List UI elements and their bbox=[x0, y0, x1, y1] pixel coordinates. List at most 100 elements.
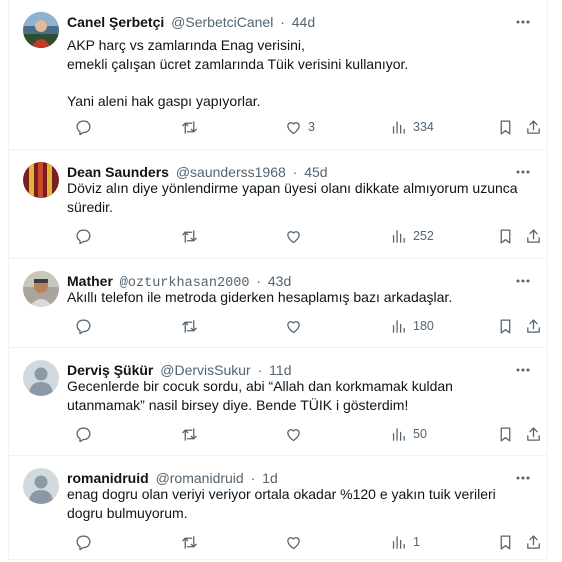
retweet-button[interactable] bbox=[181, 316, 198, 336]
tweet[interactable]: Mather @ozturkhasan2000 · 43d Akıllı tel… bbox=[9, 259, 547, 348]
tweet[interactable]: Canel Şerbetçi @SerbetciCanel · 44d AKP … bbox=[9, 0, 547, 150]
share-button[interactable] bbox=[525, 316, 542, 336]
action-bar: 1 bbox=[67, 532, 547, 552]
bookmark-icon bbox=[500, 119, 511, 135]
bookmark-button[interactable] bbox=[497, 424, 514, 444]
tweet-header: Canel Şerbetçi @SerbetciCanel · 44d bbox=[67, 12, 315, 32]
tweet[interactable]: Dean Saunders @saunderss1968 · 45d Döviz… bbox=[9, 150, 547, 259]
timestamp[interactable]: 1d bbox=[262, 470, 278, 486]
more-horizontal-icon bbox=[516, 20, 530, 24]
views-button[interactable]: 50 bbox=[390, 424, 427, 444]
avatar[interactable] bbox=[23, 360, 59, 396]
views-chart-icon bbox=[392, 229, 405, 243]
separator: · bbox=[256, 273, 261, 289]
view-count: 50 bbox=[413, 427, 427, 441]
retweet-icon bbox=[182, 319, 197, 333]
share-button[interactable] bbox=[525, 532, 542, 552]
timestamp[interactable]: 45d bbox=[304, 164, 327, 180]
reply-button[interactable] bbox=[75, 532, 92, 552]
reply-timeline: Canel Şerbetçi @SerbetciCanel · 44d AKP … bbox=[8, 0, 548, 562]
timestamp[interactable]: 44d bbox=[292, 14, 315, 30]
bookmark-button[interactable] bbox=[497, 532, 514, 552]
heart-icon bbox=[287, 121, 300, 134]
bookmark-button[interactable] bbox=[497, 226, 514, 246]
views-button[interactable]: 252 bbox=[390, 226, 434, 246]
more-horizontal-icon bbox=[516, 368, 530, 372]
like-button[interactable] bbox=[285, 424, 308, 444]
retweet-icon bbox=[182, 427, 197, 441]
reply-icon bbox=[76, 534, 91, 550]
more-horizontal-icon bbox=[516, 170, 530, 174]
display-name[interactable]: romanidruid bbox=[67, 470, 149, 486]
share-button[interactable] bbox=[525, 117, 542, 137]
retweet-button[interactable] bbox=[181, 532, 198, 552]
more-horizontal-icon bbox=[516, 279, 530, 283]
share-icon bbox=[527, 426, 540, 441]
separator: · bbox=[257, 362, 263, 378]
timestamp[interactable]: 43d bbox=[268, 273, 291, 289]
timestamp[interactable]: 11d bbox=[269, 362, 291, 378]
reply-icon bbox=[76, 228, 91, 244]
bookmark-button[interactable] bbox=[497, 117, 514, 137]
reply-button[interactable] bbox=[75, 424, 92, 444]
like-button[interactable] bbox=[285, 316, 308, 336]
reply-button[interactable] bbox=[75, 316, 92, 336]
display-name[interactable]: Dean Saunders bbox=[67, 164, 169, 180]
reply-icon bbox=[76, 426, 91, 442]
share-icon bbox=[527, 228, 540, 243]
view-count: 1 bbox=[413, 535, 420, 549]
user-handle[interactable]: @SerbetciCanel bbox=[171, 14, 273, 30]
views-chart-icon bbox=[392, 319, 405, 333]
bookmark-button[interactable] bbox=[497, 316, 514, 336]
view-count: 180 bbox=[413, 319, 434, 333]
separator: · bbox=[292, 164, 298, 180]
retweet-button[interactable] bbox=[181, 424, 198, 444]
user-handle[interactable]: @DervisSukur bbox=[160, 362, 250, 378]
heart-icon bbox=[287, 536, 300, 549]
action-bar: 50 bbox=[67, 424, 547, 444]
retweet-button[interactable] bbox=[181, 226, 198, 246]
retweet-icon bbox=[182, 229, 197, 243]
heart-icon bbox=[287, 230, 300, 243]
more-options-button[interactable] bbox=[513, 12, 533, 32]
retweet-icon bbox=[182, 120, 197, 134]
tweet[interactable]: Derviş Şükür @DervisSukur · 11d Gecenler… bbox=[9, 348, 547, 456]
like-button[interactable]: 3 bbox=[285, 117, 315, 137]
action-bar: 3 334 bbox=[67, 117, 547, 137]
like-button[interactable] bbox=[285, 532, 308, 552]
tweet-text: enag dogru olan veriyi veriyor ortala ok… bbox=[67, 486, 496, 521]
more-horizontal-icon bbox=[516, 476, 530, 480]
share-icon bbox=[527, 318, 540, 333]
user-handle[interactable]: @romanidruid bbox=[156, 470, 244, 486]
tweet-text: Gecenlerde bir cocuk sordu, abi “Allah d… bbox=[67, 378, 453, 413]
tweet[interactable]: romanidruid @romanidruid · 1d enag dogru… bbox=[9, 456, 547, 560]
views-button[interactable]: 334 bbox=[390, 117, 434, 137]
like-button[interactable] bbox=[285, 226, 308, 246]
tweet-text: Akıllı telefon ile metroda giderken hesa… bbox=[67, 289, 453, 305]
share-icon bbox=[527, 119, 540, 134]
action-bar: 252 bbox=[67, 226, 547, 246]
reply-button[interactable] bbox=[75, 226, 92, 246]
user-handle[interactable]: @saunderss1968 bbox=[176, 164, 286, 180]
views-button[interactable]: 1 bbox=[390, 532, 420, 552]
share-button[interactable] bbox=[525, 226, 542, 246]
display-name[interactable]: Derviş Şükür bbox=[67, 362, 153, 378]
bookmark-icon bbox=[500, 426, 511, 442]
views-chart-icon bbox=[392, 535, 405, 549]
separator: · bbox=[250, 470, 256, 486]
views-button[interactable]: 180 bbox=[390, 316, 434, 336]
heart-icon bbox=[287, 320, 300, 333]
share-icon bbox=[527, 534, 540, 549]
reply-button[interactable] bbox=[75, 117, 92, 137]
avatar[interactable] bbox=[23, 468, 59, 504]
views-chart-icon bbox=[392, 120, 405, 134]
avatar[interactable] bbox=[23, 271, 59, 307]
display-name[interactable]: Canel Şerbetçi bbox=[67, 14, 164, 30]
avatar[interactable] bbox=[23, 162, 59, 198]
avatar[interactable] bbox=[23, 12, 59, 48]
retweet-button[interactable] bbox=[181, 117, 198, 137]
action-bar: 180 bbox=[67, 316, 547, 336]
display-name[interactable]: Mather bbox=[67, 273, 113, 289]
view-count: 252 bbox=[413, 229, 434, 243]
share-button[interactable] bbox=[525, 424, 542, 444]
